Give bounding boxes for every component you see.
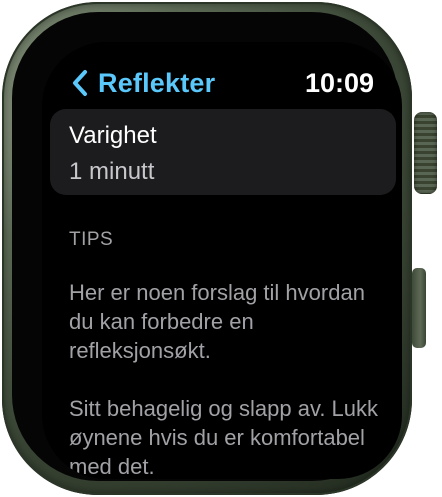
watch-screen: Reflekter 10:09 Varighet 1 minutt TIPS H… [42, 42, 402, 479]
tips-paragraph: Sitt behagelig og slapp av. Lukk øynene … [69, 396, 379, 479]
tips-section-header: TIPS [69, 229, 114, 250]
duration-setting-row[interactable]: Varighet 1 minutt [50, 109, 396, 195]
side-button[interactable] [412, 268, 426, 348]
duration-setting-value: 1 minutt [69, 158, 155, 185]
chevron-left-icon [73, 70, 87, 96]
status-time: 10:09 [304, 68, 374, 98]
digital-crown[interactable] [414, 112, 437, 194]
back-button[interactable]: Reflekter [70, 66, 215, 100]
duration-setting-title: Varighet [69, 122, 157, 149]
watch-bezel: Reflekter 10:09 Varighet 1 minutt TIPS H… [12, 12, 402, 481]
back-button-label: Reflekter [98, 68, 216, 98]
tips-paragraph: Her er noen forslag til hvordan du kan f… [69, 280, 365, 363]
